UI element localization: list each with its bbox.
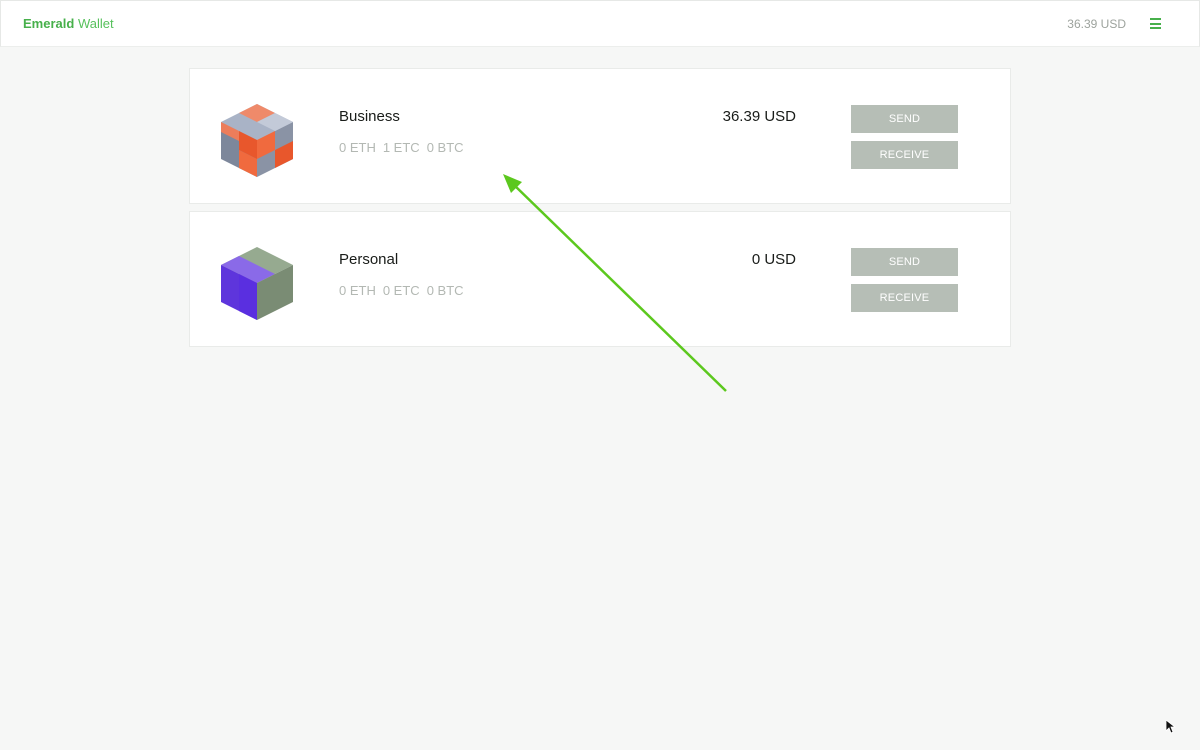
account-name[interactable]: Personal: [339, 251, 398, 268]
token-balances: 0 ETH 0 ETC 0 BTC: [339, 283, 464, 298]
hamburger-menu-icon[interactable]: [1150, 18, 1161, 29]
token-balances: 0 ETH 1 ETC 0 BTC: [339, 140, 464, 155]
account-card-business[interactable]: Business 0 ETH 1 ETC 0 BTC 36.39 USD SEN…: [189, 68, 1011, 204]
btc-balance: 0 BTC: [426, 140, 464, 155]
app-header: Emerald Wallet 36.39 USD: [0, 0, 1200, 47]
app-logo[interactable]: Emerald Wallet: [23, 16, 114, 31]
identicon-cube-icon: [221, 247, 293, 320]
receive-button[interactable]: RECEIVE: [851, 141, 958, 169]
brand-name-strong: Emerald: [23, 16, 75, 31]
brand-name-light: Wallet: [77, 16, 114, 31]
receive-button[interactable]: RECEIVE: [851, 284, 958, 312]
etc-balance: 0 ETC: [382, 283, 420, 298]
account-card-personal[interactable]: Personal 0 ETH 0 ETC 0 BTC 0 USD SEND RE…: [189, 211, 1011, 347]
eth-balance: 0 ETH: [339, 283, 376, 298]
send-button[interactable]: SEND: [851, 248, 958, 276]
btc-balance: 0 BTC: [426, 283, 464, 298]
fiat-balance: 36.39 USD: [722, 108, 796, 125]
identicon-cube-icon: [221, 104, 293, 177]
total-balance: 36.39 USD: [1067, 17, 1126, 31]
send-button[interactable]: SEND: [851, 105, 958, 133]
fiat-balance: 0 USD: [751, 251, 796, 268]
account-name[interactable]: Business: [339, 108, 400, 125]
eth-balance: 0 ETH: [339, 140, 376, 155]
mouse-cursor-icon: [1166, 720, 1176, 734]
etc-balance: 1 ETC: [382, 140, 420, 155]
